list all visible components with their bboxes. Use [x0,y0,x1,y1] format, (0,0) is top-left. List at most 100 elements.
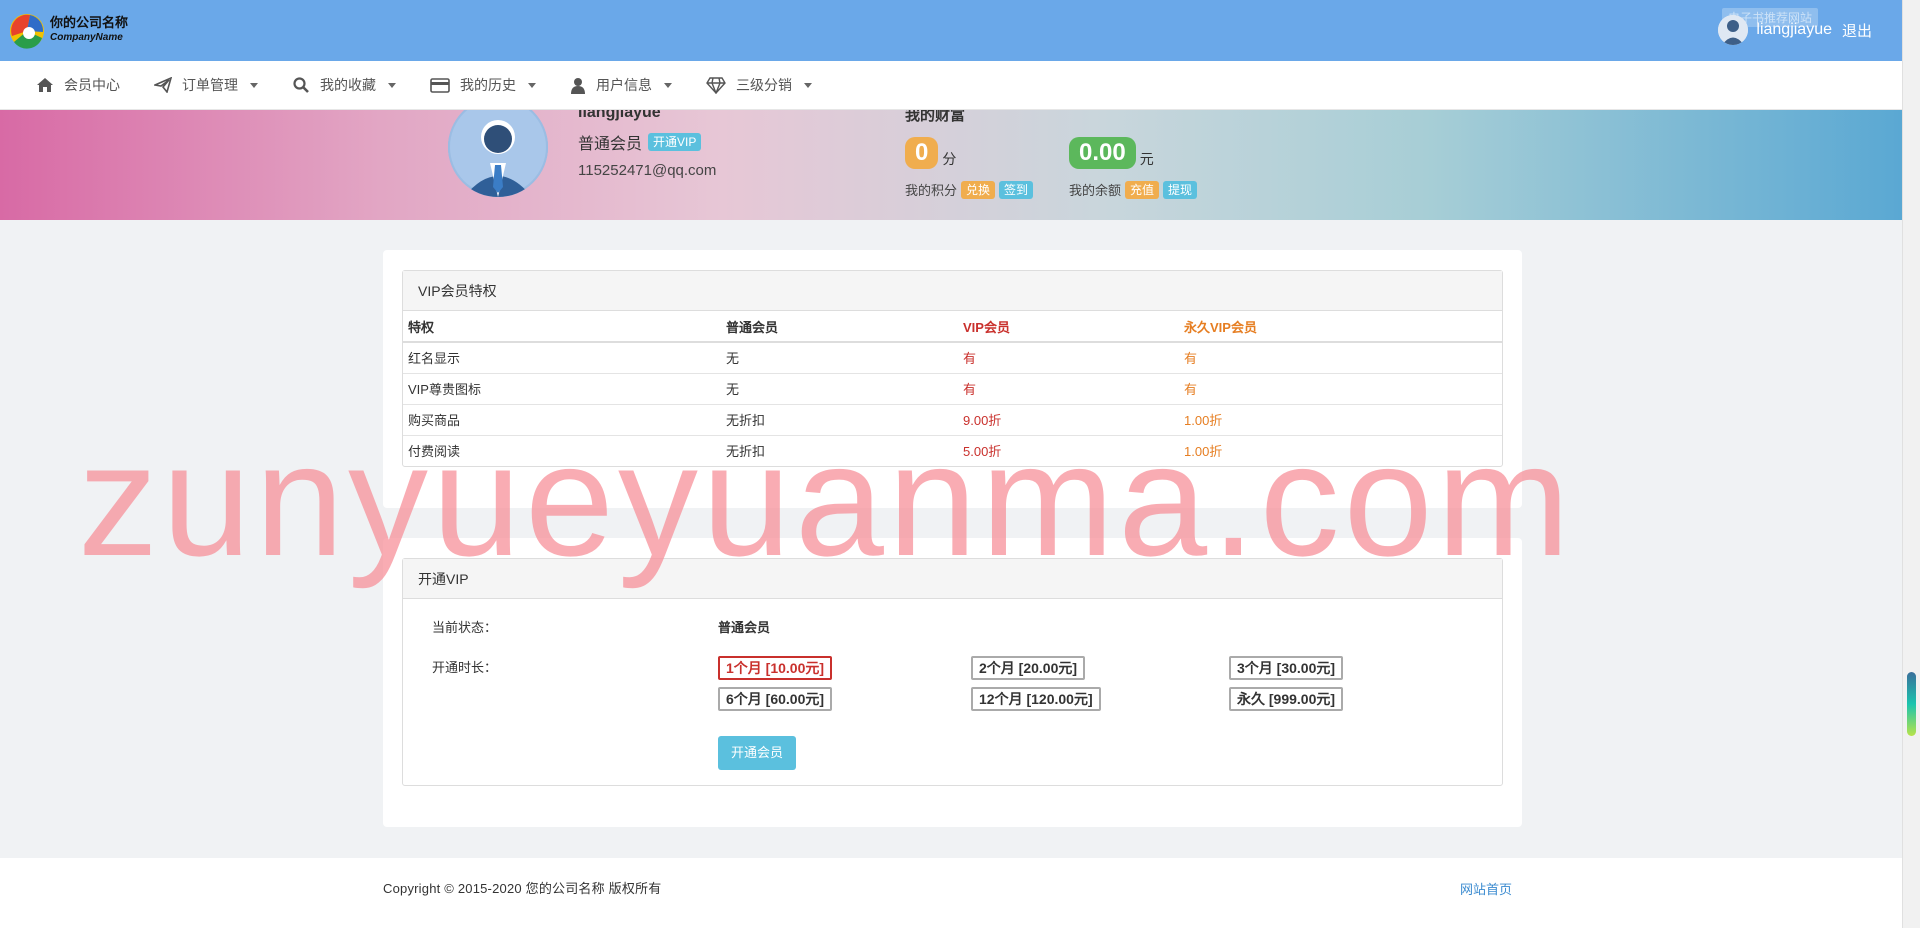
header-permanent-vip: 永久VIP会员 [1179,311,1502,343]
balance-value: 0.00 [1069,137,1136,169]
table-cell: 无 [721,372,958,404]
header-vip: VIP会员 [958,311,1179,343]
duration-option-1-month[interactable]: 1个月 [10.00元] [718,656,833,680]
nav-item-history[interactable]: 我的历史 [430,75,536,95]
header-username: liangjiayue [1756,21,1832,38]
company-name-text: 你的公司名称 [50,15,129,30]
table-cell: 购买商品 [403,403,721,435]
open-membership-button[interactable]: 开通会员 [718,736,797,770]
header-normal: 普通会员 [721,311,958,343]
exchange-button[interactable]: 兑换 [961,180,996,199]
table-cell: 红名显示 [403,341,721,373]
duration-option-12-months[interactable]: 12个月 [120.00元] [971,687,1101,711]
chevron-down-icon [388,82,396,88]
logout-link[interactable]: 退出 [1842,20,1872,41]
points-value: 0 [905,137,939,169]
search-icon [293,77,309,93]
profile-email: 115252471@qq.com [578,162,717,179]
balance-display: 0.00 元 [1069,137,1154,169]
company-name[interactable]: 你的公司名称 CompanyName [50,15,128,45]
open-vip-card: 开通VIP 当前状态： 普通会员 开通时长： 1个月 [10.00元] 2个月 … [383,538,1522,827]
points-unit: 分 [942,151,957,167]
duration-option-permanent[interactable]: 永久 [999.00元] [1229,687,1344,711]
table-cell: 1.00折 [1179,403,1502,435]
privileges-table: 特权 普通会员 VIP会员 永久VIP会员 红名显示 无 有 有 VIP尊贵图标… [403,311,1502,466]
nav-label: 我的历史 [460,77,516,93]
duration-option-2-months[interactable]: 2个月 [20.00元] [971,656,1086,680]
table-cell: 有 [958,372,1179,404]
credit-card-icon [430,77,450,93]
balance-label: 我的余额 [1069,183,1122,198]
footer: Copyright © 2015-2020 您的公司名称 版权所有 网站首页 [0,858,1902,928]
nav-label: 会员中心 [64,77,120,93]
open-vip-button[interactable]: 开通VIP [648,133,702,151]
nav-item-user-info[interactable]: 用户信息 [570,75,672,95]
diamond-icon [706,76,726,94]
balance-label-row: 我的余额 充值 提现 [1069,180,1198,199]
home-icon [37,78,53,92]
home-link[interactable]: 网站首页 [1460,879,1512,898]
duration-option-3-months[interactable]: 3个月 [30.00元] [1229,656,1344,680]
member-level: 普通会员 [578,136,643,153]
profile-username: liangjiayue [578,110,661,121]
nav-item-distribution[interactable]: 三级分销 [706,75,812,95]
privileges-panel: VIP会员特权 特权 普通会员 VIP会员 永久VIP会员 红名显示 无 有 有 [402,270,1503,467]
nav-item-orders[interactable]: 订单管理 [154,75,258,95]
assets-title: 我的财富 [905,110,966,124]
duration-option-6-months[interactable]: 6个月 [60.00元] [718,687,833,711]
privileges-card: VIP会员特权 特权 普通会员 VIP会员 永久VIP会员 红名显示 无 有 有 [383,250,1522,508]
main-nav: 会员中心 订单管理 我的收藏 我的历史 用户信息 三级分销 [0,61,1902,110]
nav-label: 订单管理 [182,77,238,93]
table-cell: 5.00折 [958,434,1179,466]
chevron-down-icon [664,82,672,88]
chevron-down-icon [528,82,536,88]
user-avatar-icon [1718,15,1749,45]
balance-unit: 元 [1139,151,1154,167]
table-cell: 无折扣 [721,403,958,435]
table-row: VIP尊贵图标 无 有 有 [403,372,1502,404]
points-display: 0分 [905,137,956,169]
open-vip-title: 开通VIP [403,559,1502,599]
table-cell: 付费阅读 [403,434,721,466]
company-name-en: CompanyName [50,32,123,43]
table-cell: 有 [1179,341,1502,373]
company-logo-icon[interactable] [8,12,46,50]
table-cell: 无折扣 [721,434,958,466]
points-label-row: 我的积分 兑换 签到 [905,180,1034,199]
copyright-text: Copyright © 2015-2020 您的公司名称 版权所有 [383,881,662,896]
header-privilege: 特权 [403,311,721,343]
table-cell: 有 [1179,372,1502,404]
chevron-down-icon [804,82,812,88]
withdraw-button[interactable]: 提现 [1163,180,1198,199]
profile-banner: liangjiayue 普通会员 开通VIP 115252471@qq.com … [0,110,1902,220]
open-vip-panel: 开通VIP 当前状态： 普通会员 开通时长： 1个月 [10.00元] 2个月 … [402,558,1503,786]
user-menu[interactable]: liangjiayue [1718,13,1832,47]
table-cell: VIP尊贵图标 [403,372,721,404]
user-icon [571,77,585,94]
page-scrollbar[interactable] [1902,0,1920,928]
status-label: 当前状态： [432,620,498,635]
nav-label: 用户信息 [596,77,652,93]
chevron-down-icon [250,82,258,88]
duration-label: 开通时长： [432,660,498,675]
nav-item-member-center[interactable]: 会员中心 [36,75,120,95]
nav-item-favorites[interactable]: 我的收藏 [292,75,396,95]
paper-plane-icon [154,77,172,93]
table-cell: 9.00折 [958,403,1179,435]
privileges-title: VIP会员特权 [403,271,1502,311]
status-value: 普通会员 [718,620,771,635]
table-cell: 无 [721,341,958,373]
checkin-button[interactable]: 签到 [999,180,1034,199]
nav-label: 三级分销 [736,77,792,93]
table-header-row: 特权 普通会员 VIP会员 永久VIP会员 [403,311,1502,343]
table-row: 红名显示 无 有 有 [403,341,1502,373]
table-cell: 有 [958,341,1179,373]
member-level-line: 普通会员 开通VIP [578,130,702,154]
top-bar: 你的公司名称 CompanyName 电子书推荐网站 liangjiayue 退… [0,0,1902,61]
table-cell: 1.00折 [1179,434,1502,466]
table-row: 付费阅读 无折扣 5.00折 1.00折 [403,434,1502,466]
points-label: 我的积分 [905,183,958,198]
scrollbar-thumb[interactable] [1907,672,1916,736]
profile-avatar[interactable] [448,110,548,197]
recharge-button[interactable]: 充值 [1125,180,1160,199]
